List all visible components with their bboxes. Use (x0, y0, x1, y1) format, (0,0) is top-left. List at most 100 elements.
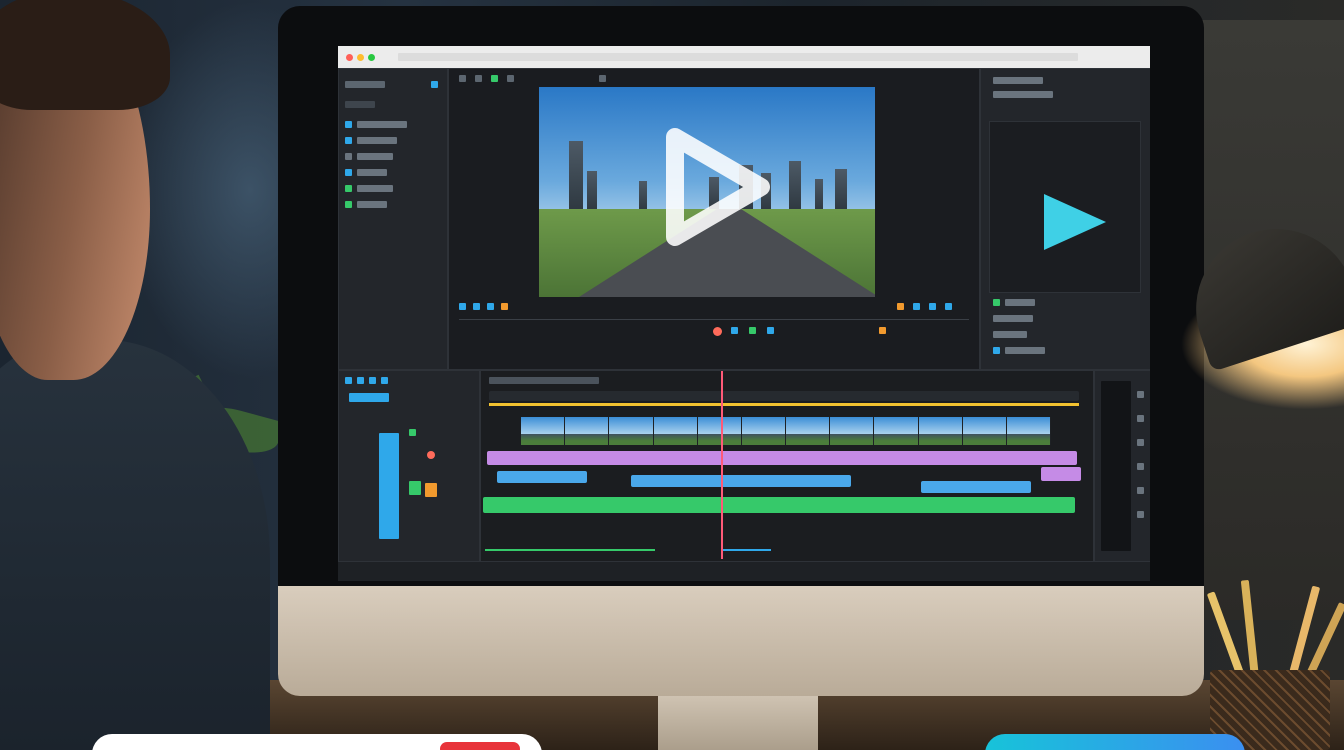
marker-icon[interactable] (473, 303, 480, 310)
toggle-icon[interactable] (993, 347, 1000, 354)
folder-icon[interactable] (345, 201, 352, 208)
knob-icon[interactable] (425, 483, 437, 497)
marker-icon[interactable] (897, 303, 904, 310)
video-track-thumbnails[interactable] (521, 417, 1051, 445)
thumbnail (830, 417, 875, 445)
building (639, 181, 647, 211)
panel-header (345, 81, 385, 88)
thumbnail (697, 417, 742, 445)
tool-icon[interactable] (369, 377, 376, 384)
audio-mixer-panel (338, 370, 480, 562)
marker-icon[interactable] (459, 303, 466, 310)
monitor (278, 6, 1204, 750)
media-item[interactable] (357, 121, 407, 128)
media-item[interactable] (357, 185, 393, 192)
in-point-icon[interactable] (879, 327, 886, 334)
property-row[interactable] (1005, 299, 1035, 306)
marker-icon[interactable] (487, 303, 494, 310)
work-area-bar[interactable] (489, 403, 1079, 406)
timeline-scrollbar[interactable] (485, 549, 655, 551)
thumbnail (521, 417, 566, 445)
knob-icon[interactable] (409, 481, 421, 495)
purple-clip[interactable] (487, 451, 1077, 465)
scroll-strip[interactable] (1101, 381, 1131, 551)
building (569, 141, 583, 211)
mixer-tab[interactable] (349, 393, 389, 402)
blue-clip[interactable] (921, 481, 1031, 493)
tool-icon[interactable] (345, 377, 352, 384)
tool-icon[interactable] (475, 75, 482, 82)
property-row[interactable] (993, 315, 1033, 322)
audio-meter[interactable] (379, 433, 399, 539)
person-body (0, 340, 270, 750)
folder-icon[interactable] (345, 169, 352, 176)
maximize-dot-icon[interactable] (368, 54, 375, 61)
green-clip[interactable] (483, 497, 1075, 513)
property-row[interactable] (993, 331, 1027, 338)
play-icon[interactable] (661, 127, 771, 247)
media-item[interactable] (357, 201, 387, 208)
play-icon[interactable] (1040, 192, 1110, 252)
add-icon[interactable] (431, 81, 438, 88)
timeline-ruler (489, 391, 1079, 401)
thumbnail (653, 417, 698, 445)
knob-icon[interactable] (409, 429, 416, 436)
property-row[interactable] (1005, 347, 1045, 354)
inspector-panel (980, 68, 1150, 370)
timeline-panel[interactable] (480, 370, 1094, 562)
tool-icon[interactable] (599, 75, 606, 82)
toggle-icon[interactable] (993, 299, 1000, 306)
marker-icon[interactable] (929, 303, 936, 310)
tool-icon[interactable] (1137, 391, 1144, 398)
folder-icon[interactable] (345, 185, 352, 192)
timeline-scrollbar-thumb[interactable] (721, 549, 771, 551)
bottom-right-card[interactable] (985, 734, 1245, 750)
transport-icon[interactable] (749, 327, 756, 334)
mute-button[interactable] (427, 451, 435, 459)
purple-clip[interactable] (1041, 467, 1081, 481)
media-item[interactable] (357, 169, 387, 176)
tool-icon[interactable] (1137, 463, 1144, 470)
panel-header (993, 77, 1043, 84)
monitor-screen (338, 46, 1150, 581)
building (835, 169, 847, 211)
media-item[interactable] (357, 137, 397, 144)
video-preview[interactable] (539, 87, 875, 297)
scrubber-track[interactable] (459, 319, 969, 320)
window-titlebar (338, 46, 1150, 68)
thumbnail (1006, 417, 1051, 445)
tool-icon[interactable] (507, 75, 514, 82)
panel-subheader (993, 91, 1053, 98)
thumbnail (786, 417, 831, 445)
address-bar[interactable] (398, 53, 1078, 61)
transport-icon[interactable] (767, 327, 774, 334)
media-item[interactable] (357, 153, 393, 160)
tool-icon[interactable] (491, 75, 498, 82)
marker-icon[interactable] (501, 303, 508, 310)
tool-icon[interactable] (1137, 439, 1144, 446)
blue-clip[interactable] (497, 471, 587, 483)
tool-icon[interactable] (1137, 511, 1144, 518)
thumbnail (741, 417, 787, 445)
transport-icon[interactable] (731, 327, 738, 334)
close-dot-icon[interactable] (346, 54, 353, 61)
tool-icon[interactable] (1137, 415, 1144, 422)
minimize-dot-icon[interactable] (357, 54, 364, 61)
tool-icon[interactable] (459, 75, 466, 82)
folder-icon[interactable] (345, 153, 352, 160)
folder-icon[interactable] (345, 121, 352, 128)
monitor-stand (658, 696, 818, 750)
monitor-chin (278, 586, 1204, 696)
folder-icon[interactable] (345, 137, 352, 144)
playhead[interactable] (721, 371, 723, 559)
tool-icon[interactable] (1137, 487, 1144, 494)
clip-preview[interactable] (989, 121, 1141, 293)
record-button[interactable] (713, 327, 722, 336)
blue-clip[interactable] (631, 475, 851, 487)
marker-icon[interactable] (945, 303, 952, 310)
thumbnail (962, 417, 1007, 445)
tool-icon[interactable] (357, 377, 364, 384)
tool-icon[interactable] (381, 377, 388, 384)
building (789, 161, 801, 211)
marker-icon[interactable] (913, 303, 920, 310)
